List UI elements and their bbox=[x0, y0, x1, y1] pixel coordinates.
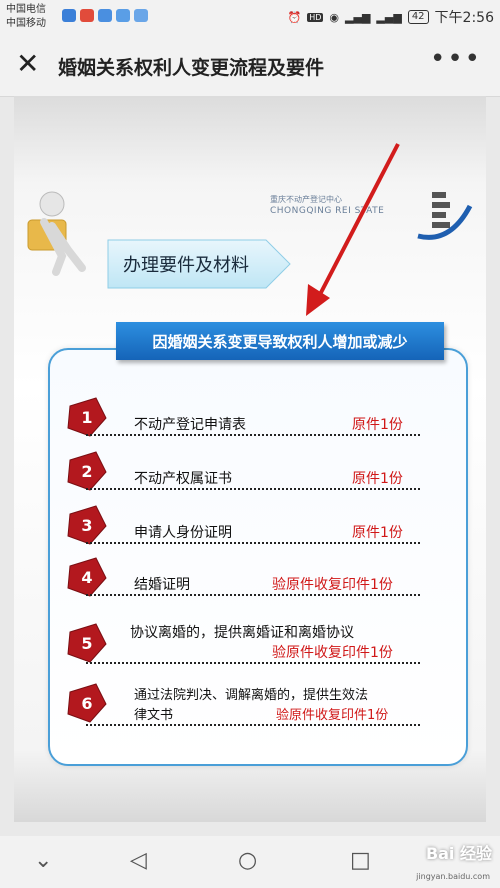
hd-icon: HD bbox=[307, 12, 324, 22]
item-number: 6 bbox=[81, 693, 93, 713]
dotted-divider bbox=[86, 488, 420, 490]
dotted-divider bbox=[86, 662, 420, 664]
status-right: ⏰ HD ◉ ▂▄▆ ▂▄▆ 42 下午2:56 bbox=[288, 7, 494, 27]
app-icon bbox=[116, 9, 130, 22]
carrier-1: 中国电信 bbox=[6, 4, 46, 15]
battery-icon: 42 bbox=[407, 10, 429, 24]
item-requirement: 验原件收复印件1份 bbox=[276, 708, 389, 723]
dotted-divider bbox=[86, 724, 420, 726]
list-item: 1 不动产登记申请表 原件1份 bbox=[66, 396, 426, 440]
requirements-banner: 因婚姻关系变更导致权利人增加或减少 bbox=[116, 322, 444, 360]
item-requirement: 原件1份 bbox=[352, 471, 403, 487]
alarm-icon: ⏰ bbox=[287, 10, 302, 24]
item-name: 结婚证明 bbox=[134, 577, 190, 593]
list-item: 3 申请人身份证明 原件1份 bbox=[66, 504, 426, 548]
title-bar: ✕ 婚姻关系权利人变更流程及要件 ••• bbox=[0, 34, 500, 97]
item-requirement: 原件1份 bbox=[352, 417, 403, 433]
watermark-brand: Bai 经验 bbox=[425, 844, 492, 863]
item-requirement: 验原件收复印件1份 bbox=[272, 577, 393, 593]
item-number: 2 bbox=[81, 461, 93, 481]
red-arrow-icon bbox=[306, 143, 400, 316]
section-label: 办理要件及材料 bbox=[106, 238, 292, 290]
carrier-2: 中国移动 bbox=[6, 18, 46, 29]
item-name: 不动产权属证书 bbox=[134, 471, 232, 487]
person-figure-icon bbox=[27, 191, 86, 276]
item-name-line2: 律文书 bbox=[134, 708, 174, 723]
dotted-divider bbox=[86, 542, 420, 544]
item-name: 通过法院判决、调解离婚的，提供生效法 bbox=[134, 688, 369, 703]
item-requirement: 原件1份 bbox=[352, 525, 403, 541]
item-requirement: 验原件收复印件1份 bbox=[272, 645, 393, 661]
app-icon bbox=[62, 9, 76, 22]
item-name: 协议离婚的，提供离婚证和离婚协议 bbox=[130, 625, 354, 641]
chevron-down-icon[interactable]: ⌄ bbox=[34, 848, 52, 873]
list-item: 6 通过法院判决、调解离婚的，提供生效法 律文书 验原件收复印件1份 bbox=[66, 680, 426, 734]
list-item: 4 结婚证明 验原件收复印件1份 bbox=[66, 556, 426, 600]
page-title: 婚姻关系权利人变更流程及要件 bbox=[58, 57, 325, 79]
section-label-text: 办理要件及材料 bbox=[123, 255, 249, 276]
dotted-divider bbox=[86, 434, 420, 436]
item-number: 1 bbox=[81, 407, 93, 427]
app-icon bbox=[98, 9, 112, 22]
item-number: 5 bbox=[81, 633, 93, 653]
notification-icons bbox=[62, 9, 148, 22]
list-item: 5 协议离婚的，提供离婚证和离婚协议 验原件收复印件1份 bbox=[66, 614, 426, 666]
item-name: 不动产登记申请表 bbox=[134, 417, 246, 433]
more-icon[interactable]: ••• bbox=[430, 44, 482, 74]
logo-icon bbox=[417, 192, 473, 240]
item-name: 申请人身份证明 bbox=[134, 525, 232, 541]
signal-icon: ▂▄▆ bbox=[376, 10, 402, 24]
home-icon[interactable]: ○ bbox=[238, 848, 257, 873]
watermark-url: jingyan.baidu.com bbox=[416, 872, 490, 881]
item-number: 4 bbox=[81, 567, 93, 587]
app-icon bbox=[134, 9, 148, 22]
signal-icon: ▂▄▆ bbox=[345, 10, 371, 24]
app-icon bbox=[80, 9, 94, 22]
back-icon[interactable]: ◁ bbox=[130, 848, 147, 873]
eye-icon: ◉ bbox=[329, 10, 340, 24]
list-item: 2 不动产权属证书 原件1份 bbox=[66, 450, 426, 494]
item-number: 3 bbox=[81, 515, 93, 535]
status-time: 下午2:56 bbox=[434, 10, 494, 26]
recents-icon[interactable]: □ bbox=[350, 848, 371, 873]
dotted-divider bbox=[86, 594, 420, 596]
close-icon[interactable]: ✕ bbox=[16, 50, 39, 78]
status-bar: 中国电信 中国移动 ⏰ HD ◉ ▂▄▆ ▂▄▆ 42 下午2:56 bbox=[0, 0, 500, 34]
